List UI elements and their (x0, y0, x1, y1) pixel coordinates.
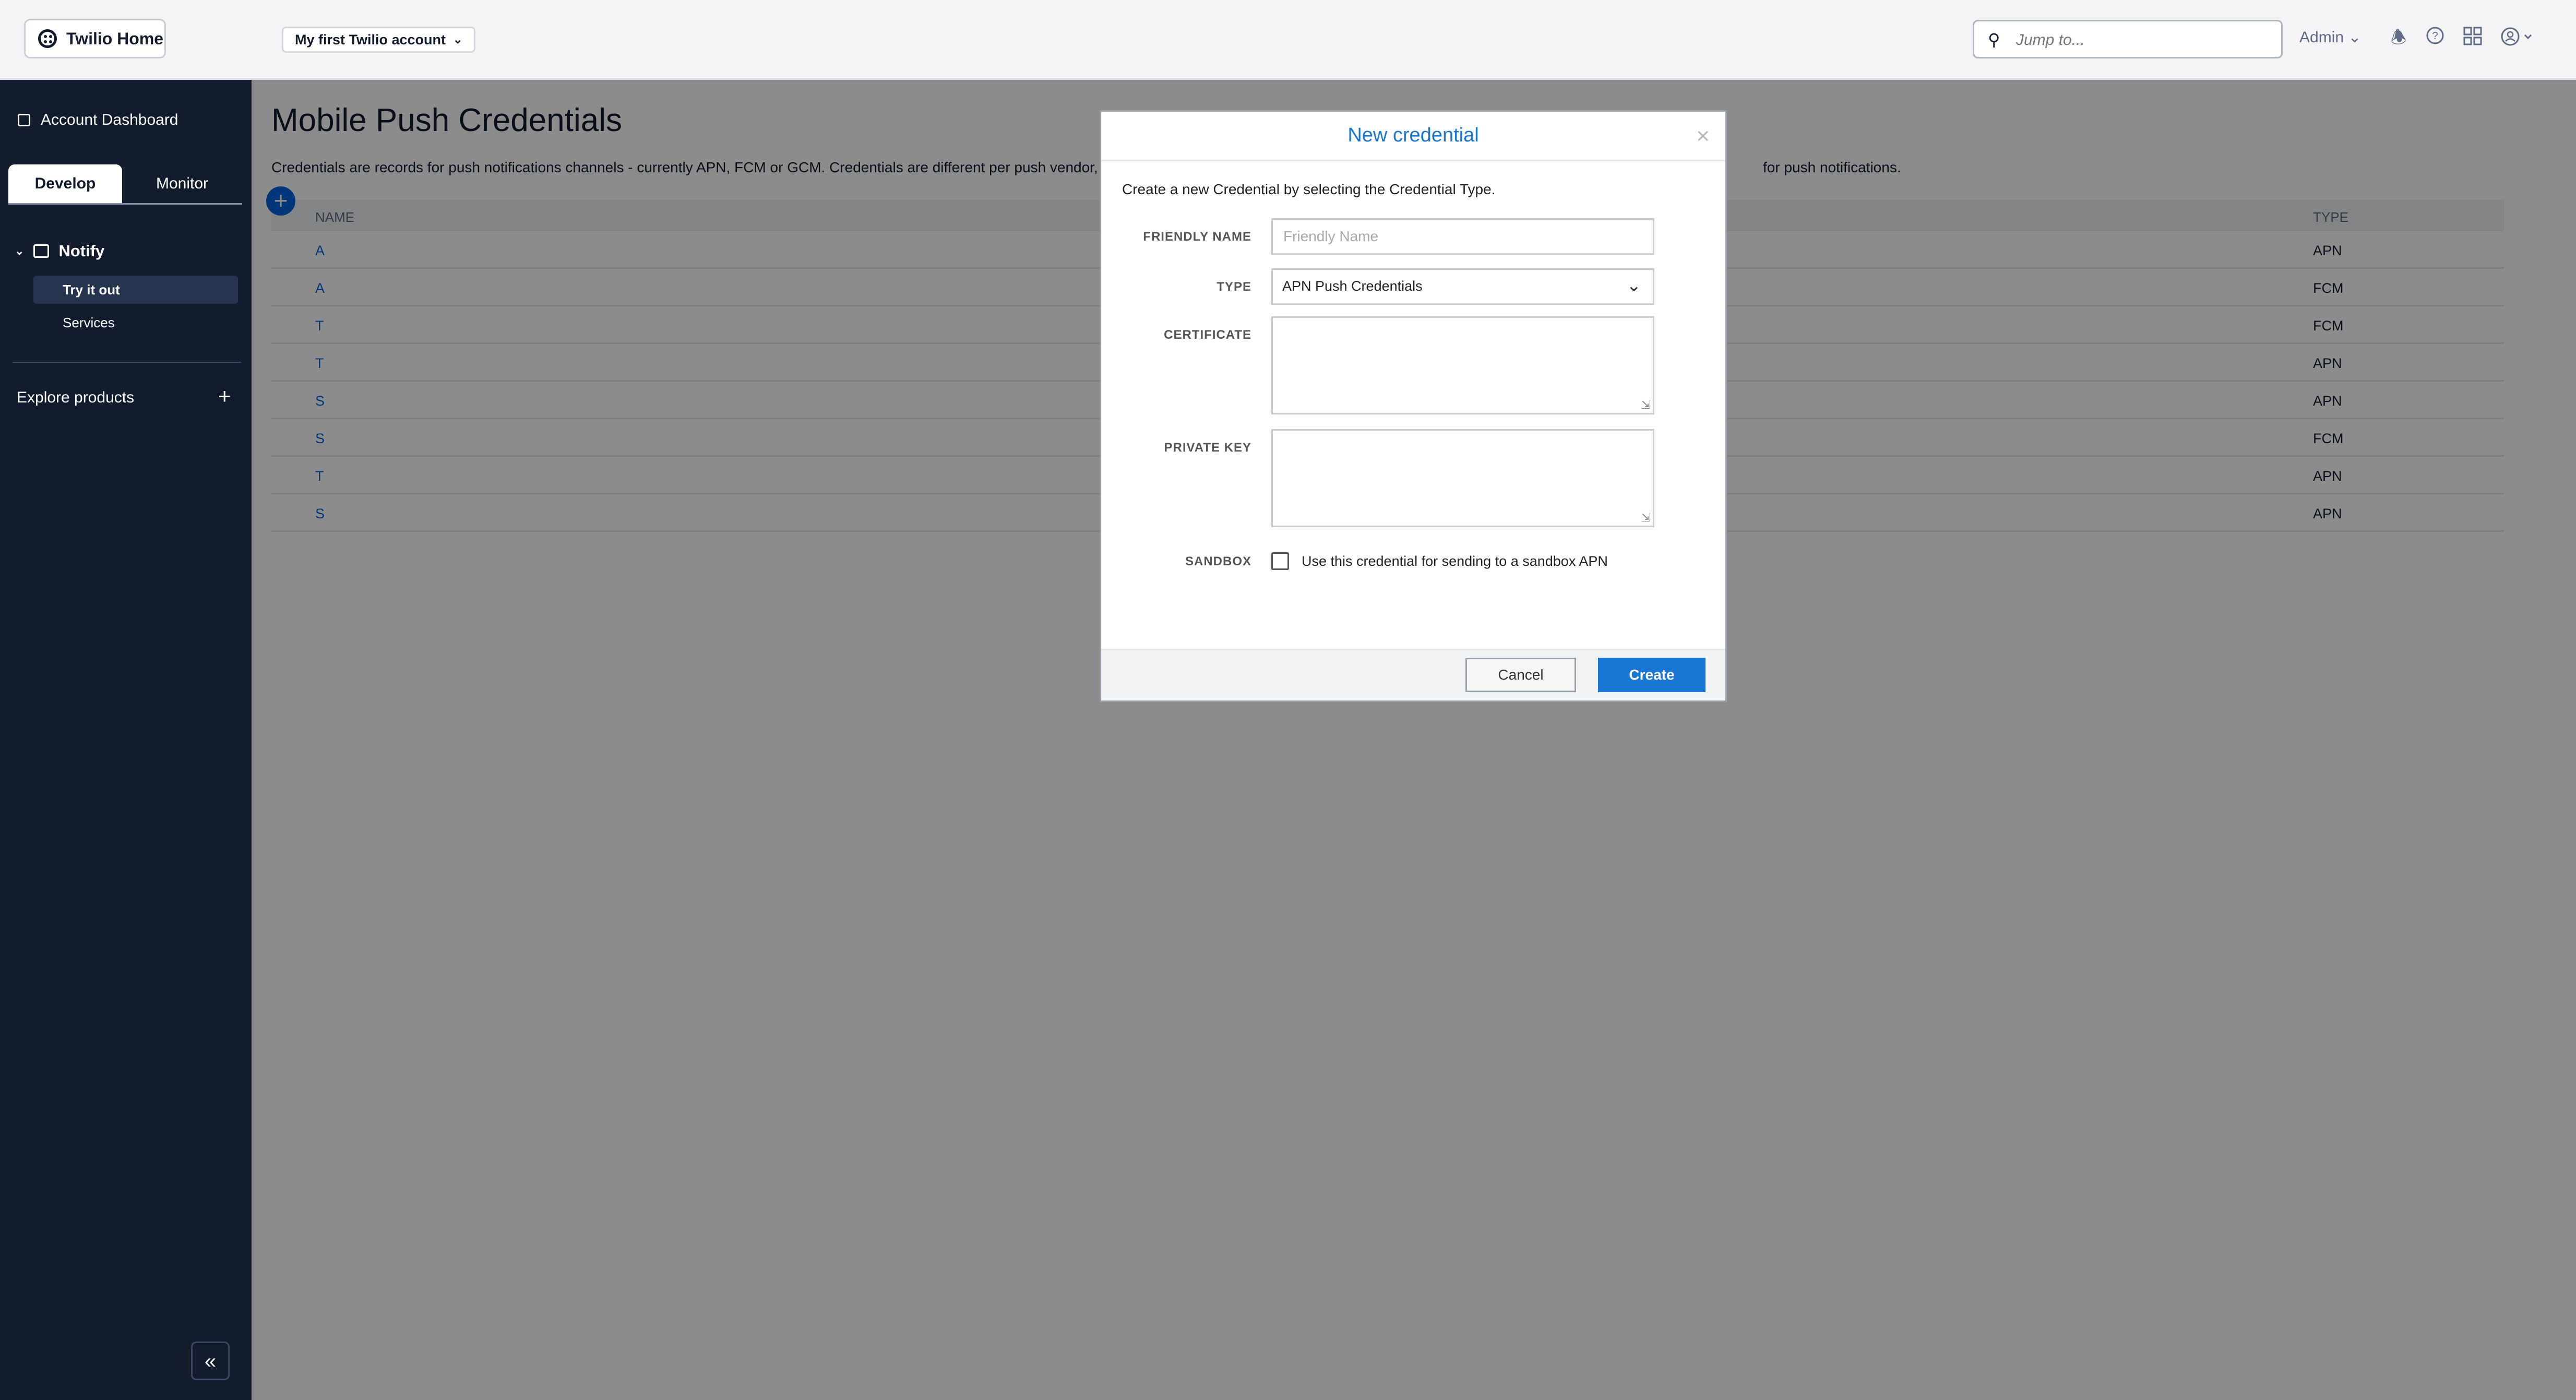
type-select[interactable]: APN Push Credentials ⌄ (1271, 268, 1654, 305)
search-icon: ⚲ (1988, 30, 2000, 49)
sidebar-divider (13, 362, 241, 363)
certificate-textarea[interactable]: ⇲ (1271, 316, 1654, 414)
private-key-textarea[interactable]: ⇲ (1271, 429, 1654, 527)
chevron-down-icon: ⌄ (15, 244, 25, 257)
chevron-down-icon: ⌄ (453, 33, 463, 46)
sidebar-item-services[interactable]: Services (33, 309, 238, 337)
resize-grip-icon[interactable]: ⇲ (1641, 398, 1651, 412)
dialog-footer: Cancel Create (1101, 649, 1725, 701)
sandbox-label: SANDBOX (1185, 554, 1251, 568)
account-dashboard-label: Account Dashboard (41, 111, 178, 128)
dashboard-icon (18, 114, 30, 126)
tab-monitor[interactable]: Monitor (122, 164, 242, 203)
account-name: My first Twilio account (295, 31, 446, 48)
type-select-value: APN Push Credentials (1282, 278, 1423, 294)
apps-grid-icon[interactable] (2461, 26, 2484, 49)
sidebar: Account Dashboard Develop Monitor ⌄ Noti… (0, 80, 252, 1400)
bell-icon[interactable]: 🕭 (2387, 26, 2410, 49)
chevron-down-icon: ⌄ (2348, 29, 2362, 46)
admin-menu[interactable]: Admin ⌄ (2299, 28, 2362, 46)
sidebar-section-notify[interactable]: ⌄ Notify (15, 242, 104, 260)
create-button[interactable]: Create (1598, 658, 1706, 692)
top-bar: Twilio Home My first Twilio account ⌄ ⚲ … (0, 0, 2576, 80)
account-switcher[interactable]: My first Twilio account ⌄ (282, 27, 476, 53)
chevron-down-icon: ⌄ (1626, 276, 1642, 295)
private-key-label: PRIVATE KEY (1164, 441, 1251, 455)
friendly-name-field (1271, 218, 1654, 255)
tab-develop[interactable]: Develop (8, 164, 122, 203)
collapse-sidebar-button[interactable]: « (191, 1342, 230, 1380)
friendly-name-label: FRIENDLY NAME (1143, 230, 1251, 244)
sandbox-checkbox[interactable] (1271, 552, 1289, 570)
cancel-button[interactable]: Cancel (1465, 658, 1576, 692)
plus-icon[interactable]: + (218, 384, 231, 409)
type-label: TYPE (1217, 280, 1251, 294)
twilio-home-button[interactable]: Twilio Home (24, 19, 166, 58)
friendly-name-input[interactable] (1273, 220, 1653, 253)
twilio-home-label: Twilio Home (66, 29, 164, 48)
notify-icon (33, 244, 50, 258)
jump-to-search[interactable]: ⚲ (1973, 20, 2283, 58)
sidebar-item-try-it-out[interactable]: Try it out (33, 276, 238, 304)
help-icon[interactable]: ? (2424, 26, 2447, 49)
close-icon[interactable]: × (1696, 123, 1710, 149)
resize-grip-icon[interactable]: ⇲ (1641, 511, 1651, 525)
certificate-label: CERTIFICATE (1164, 328, 1251, 342)
svg-text:?: ? (2432, 30, 2438, 42)
dialog-title: New credential (1347, 124, 1479, 146)
user-menu[interactable] (2500, 26, 2536, 49)
dialog-intro: Create a new Credential by selecting the… (1122, 181, 1496, 197)
new-credential-dialog: New credential × Create a new Credential… (1100, 110, 1727, 702)
notify-label: Notify (58, 242, 105, 260)
explore-products-label[interactable]: Explore products (17, 389, 134, 407)
double-chevron-left-icon: « (204, 1350, 217, 1373)
jump-to-input[interactable] (2015, 29, 2273, 52)
sidebar-item-account-dashboard[interactable]: Account Dashboard (18, 111, 178, 129)
dialog-header: New credential × (1101, 112, 1725, 161)
sidebar-tabs: Develop Monitor (8, 164, 242, 205)
twilio-logo-icon (38, 29, 57, 48)
sandbox-checkbox-text[interactable]: Use this credential for sending to a san… (1302, 553, 1608, 570)
admin-label: Admin (2299, 29, 2344, 46)
